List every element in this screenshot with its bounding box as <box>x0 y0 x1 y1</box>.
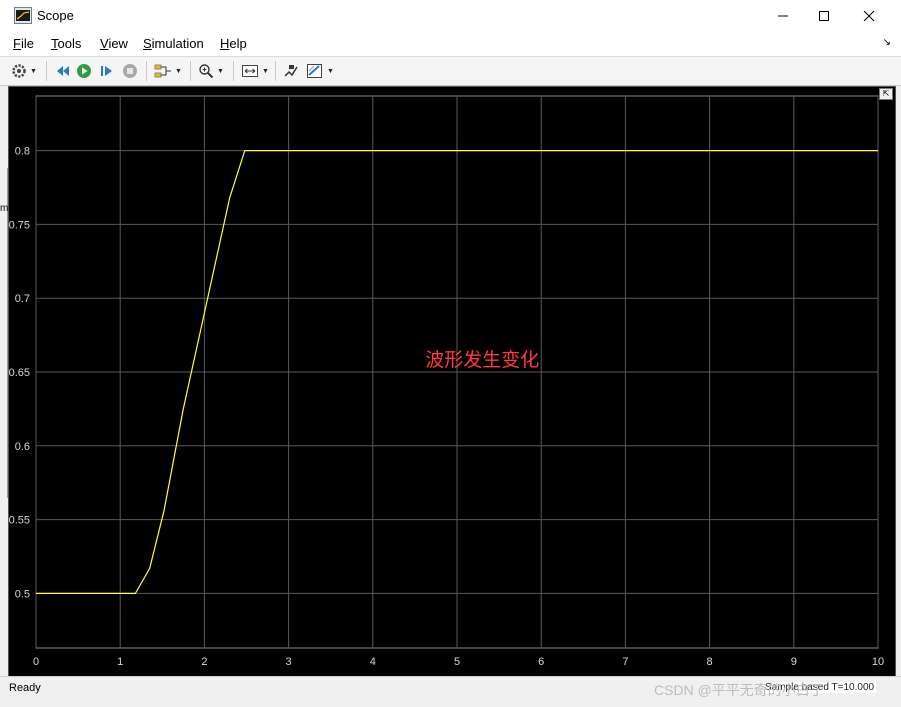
x-tick-label: 3 <box>286 656 292 668</box>
x-tick-label: 10 <box>872 656 884 668</box>
y-tick-label: 0.8 <box>15 146 30 158</box>
y-tick-label: 0.75 <box>9 219 30 231</box>
watermark: CSDN @平平无奇的小白丁 <box>654 682 824 698</box>
x-tick-label: 8 <box>707 656 713 668</box>
scope-plot: 0 1 2 3 4 5 6 7 8 9 10 0.5 0.55 0.6 0.65 0.7 0.75 0.8 波形发生… <box>9 95 884 668</box>
x-tick-label: 2 <box>201 656 207 668</box>
x-tick-label: 4 <box>370 656 376 668</box>
x-tick-label: 5 <box>454 656 460 668</box>
y-tick-label: 0.6 <box>15 441 30 453</box>
plot-annotation: 波形发生变化 <box>425 349 539 371</box>
x-tick-label: 0 <box>33 656 39 668</box>
y-tick-label: 0.55 <box>9 515 30 527</box>
x-tick-label: 1 <box>117 656 123 668</box>
status-text: Ready <box>9 682 41 694</box>
y-tick-label: 0.5 <box>15 588 30 600</box>
y-tick-label: 0.65 <box>9 367 30 379</box>
x-tick-label: 7 <box>622 656 628 668</box>
x-tick-label: 9 <box>791 656 797 668</box>
x-tick-label: 6 <box>538 656 544 668</box>
y-tick-label: 0.7 <box>15 293 30 305</box>
